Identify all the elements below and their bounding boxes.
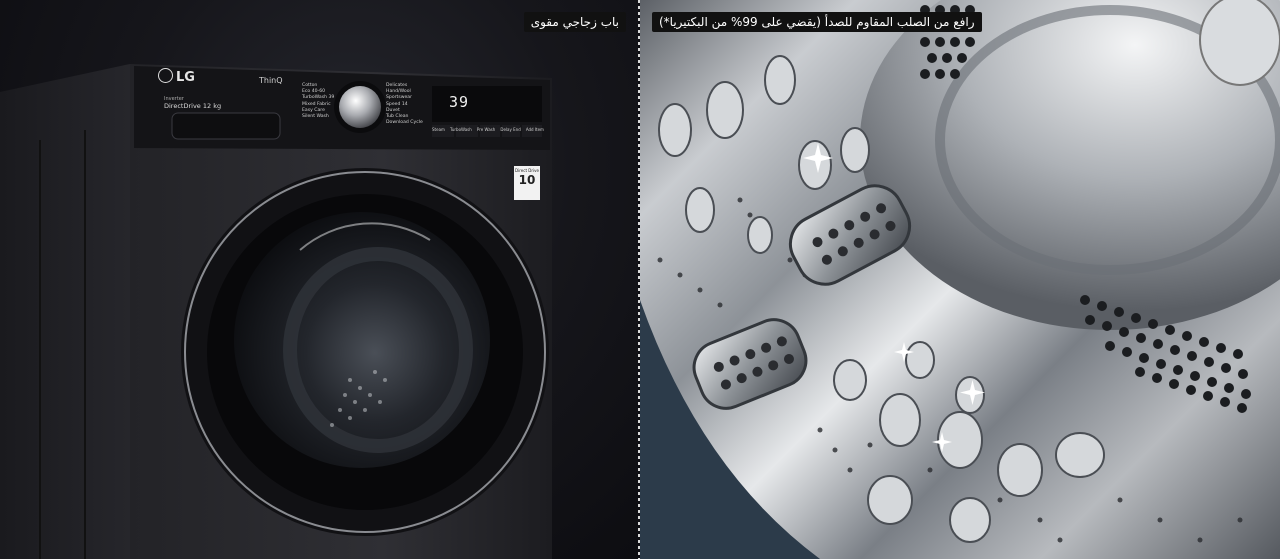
display-digits: 39 xyxy=(449,93,470,111)
option-button-label: Delay End xyxy=(500,127,521,132)
program-list-left: Cotton Eco 40-60 TurboWash 39 Mixed Fabr… xyxy=(302,83,334,120)
lg-logo-icon xyxy=(158,68,173,83)
program-item: Silent Wash xyxy=(302,114,329,120)
detergent-drawer xyxy=(171,112,281,140)
brand-logo: LG xyxy=(158,68,195,85)
option-button-label: Pre Wash xyxy=(476,127,496,132)
program-item: TurboWash 39 xyxy=(302,95,335,101)
program-list-right: Delicates Hand/Wool Sportswear Speed 14 … xyxy=(386,83,423,126)
caption-tempered-glass-door: باب زجاجي مقوى xyxy=(523,12,626,32)
drum-illustration xyxy=(640,0,1280,559)
drum-hub xyxy=(1199,0,1280,86)
connectivity-label: ThinQ xyxy=(259,76,283,85)
stainless-lifter-lower xyxy=(692,318,808,410)
brand-name: LG xyxy=(176,70,195,85)
drum-panel: رافع من الصلب المقاوم للصدأ (يقضي على 99… xyxy=(640,0,1280,559)
model-label: DirectDrive 12 kg xyxy=(164,102,222,110)
caption-stainless-lifter: رافع من الصلب المقاوم للصدأ (يقضي على 99… xyxy=(652,12,982,32)
option-button-label: Steam xyxy=(432,127,445,132)
program-item: Download Cycle xyxy=(386,120,423,126)
badge-line-2: 10 xyxy=(518,173,536,187)
program-item: Mixed Fabric xyxy=(302,101,331,107)
option-button-label: Add Item xyxy=(525,127,544,132)
option-button-labels: Steam TurboWash Pre Wash Delay End Add I… xyxy=(432,127,544,132)
badge-text: Direct Drive 10 xyxy=(514,168,540,187)
program-dial xyxy=(339,86,381,128)
option-button-label: TurboWash xyxy=(450,127,472,132)
washer-panel: LG ThinQ Inverter DirectDrive 12 kg Cott… xyxy=(0,0,638,559)
cabinet-side xyxy=(0,64,130,559)
